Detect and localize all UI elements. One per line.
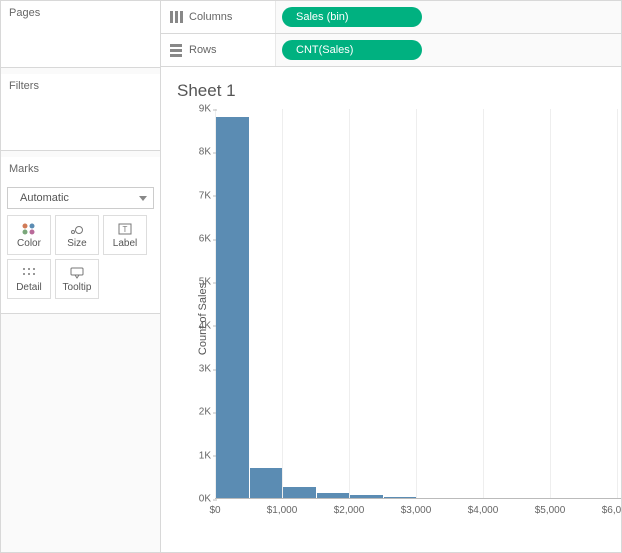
pages-card: Pages <box>1 1 160 68</box>
y-tick-label: 6K <box>187 234 211 245</box>
y-tick-label: 4K <box>187 320 211 331</box>
columns-text: Columns <box>189 11 232 23</box>
label-label: Label <box>113 238 137 249</box>
y-tick-label: 5K <box>187 277 211 288</box>
tooltip-label: Tooltip <box>63 282 92 293</box>
x-tick-label: $0 <box>209 505 220 516</box>
y-axis-label: Count of Sales <box>197 283 209 355</box>
marks-title: Marks <box>1 157 160 181</box>
gridline-v <box>550 109 551 498</box>
rows-shelf[interactable]: Rows CNT(Sales) <box>161 34 621 67</box>
color-label: Color <box>17 238 41 249</box>
bar[interactable] <box>250 468 283 498</box>
bar[interactable] <box>216 117 249 498</box>
mark-type-dropdown[interactable]: Automatic <box>7 187 154 209</box>
columns-shelf-content[interactable]: Sales (bin) <box>276 1 621 33</box>
sidebar-empty <box>1 314 160 552</box>
rows-icon <box>169 43 183 57</box>
x-tick-label: $5,000 <box>535 505 566 516</box>
size-icon <box>69 222 85 236</box>
detail-label: Detail <box>16 282 42 293</box>
viz-area: Sheet 1 Count of Sales 0K1K2K3K4K5K6K7K8… <box>161 67 621 552</box>
rows-shelf-label: Rows <box>161 34 276 66</box>
filters-title: Filters <box>1 74 160 98</box>
plot-area[interactable]: 0K1K2K3K4K5K6K7K8K9K <box>215 109 621 499</box>
bar[interactable] <box>283 487 316 498</box>
x-tick-label: $1,000 <box>267 505 298 516</box>
detail-icon <box>21 266 37 280</box>
bar[interactable] <box>317 493 350 498</box>
columns-pill-label: Sales (bin) <box>296 11 349 23</box>
app-root: Pages Filters Marks Automatic <box>0 0 622 553</box>
y-tick-label: 7K <box>187 190 211 201</box>
marks-size-button[interactable]: Size <box>55 215 99 255</box>
rows-pill[interactable]: CNT(Sales) <box>282 40 422 60</box>
main: Columns Sales (bin) Rows CNT(Sales) Shee… <box>161 1 621 552</box>
filters-card: Filters <box>1 74 160 151</box>
y-tick-label: 0K <box>187 494 211 505</box>
columns-shelf-label: Columns <box>161 1 276 33</box>
rows-shelf-content[interactable]: CNT(Sales) <box>276 34 621 66</box>
columns-icon <box>169 10 183 24</box>
chart: Count of Sales 0K1K2K3K4K5K6K7K8K9K $0$1… <box>215 109 621 529</box>
gridline-v <box>617 109 618 498</box>
sheet-title[interactable]: Sheet 1 <box>161 79 621 109</box>
y-tick-label: 2K <box>187 407 211 418</box>
marks-body: Automatic Color Size T Label <box>1 181 160 313</box>
marks-tooltip-button[interactable]: Tooltip <box>55 259 99 299</box>
sidebar: Pages Filters Marks Automatic <box>1 1 161 552</box>
x-tick-label: $3,000 <box>401 505 432 516</box>
bar[interactable] <box>350 495 383 498</box>
label-icon: T <box>117 222 133 236</box>
size-label: Size <box>67 238 86 249</box>
pages-title: Pages <box>1 1 160 25</box>
columns-shelf[interactable]: Columns Sales (bin) <box>161 1 621 34</box>
gridline-v <box>349 109 350 498</box>
columns-pill[interactable]: Sales (bin) <box>282 7 422 27</box>
x-tick-label: $4,000 <box>468 505 499 516</box>
y-tick-label: 9K <box>187 104 211 115</box>
gridline-v <box>483 109 484 498</box>
rows-text: Rows <box>189 44 217 56</box>
tooltip-icon <box>69 266 85 280</box>
marks-color-button[interactable]: Color <box>7 215 51 255</box>
y-tick-label: 3K <box>187 364 211 375</box>
marks-card: Marks Automatic <box>1 157 160 314</box>
y-tick-label: 1K <box>187 450 211 461</box>
rows-pill-label: CNT(Sales) <box>296 44 353 56</box>
bar[interactable] <box>384 497 417 498</box>
x-tick-label: $2,000 <box>334 505 365 516</box>
mark-type-label: Automatic <box>20 192 69 204</box>
svg-text:T: T <box>123 225 128 234</box>
y-tick-label: 8K <box>187 147 211 158</box>
marks-detail-button[interactable]: Detail <box>7 259 51 299</box>
color-icon <box>21 222 37 236</box>
gridline-v <box>416 109 417 498</box>
chevron-down-icon <box>139 196 147 201</box>
x-tick-label: $6,000 <box>602 505 621 516</box>
marks-label-button[interactable]: T Label <box>103 215 147 255</box>
gridline-v <box>282 109 283 498</box>
